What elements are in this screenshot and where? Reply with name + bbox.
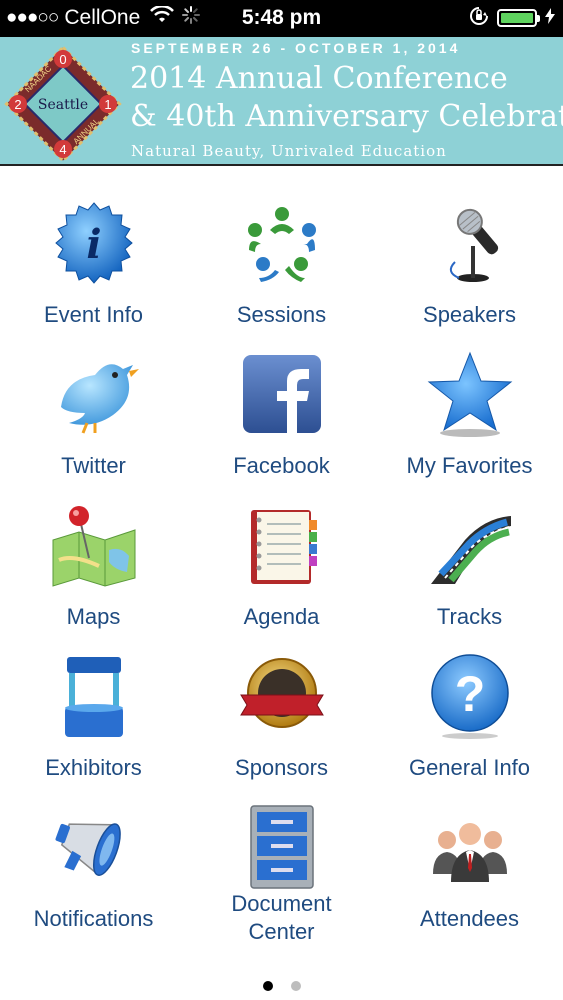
status-right: [469, 6, 555, 31]
conference-logo: 0 2 1 4 Seattle NAADAC ANNUAL: [4, 45, 122, 164]
battery-fill: [501, 13, 533, 23]
star-icon: [425, 349, 515, 439]
file-cabinet-icon: [237, 802, 327, 892]
tile-speakers[interactable]: Speakers: [376, 166, 563, 327]
booth-icon: [49, 651, 139, 741]
tile-sponsors[interactable]: Sponsors: [188, 619, 375, 780]
tile-event-info[interactable]: i Event Info: [0, 166, 187, 327]
tile-agenda[interactable]: Agenda: [188, 468, 375, 629]
tile-document-center[interactable]: Document Center: [188, 770, 375, 944]
twitter-bird-icon: [49, 349, 139, 439]
notebook-icon: [237, 500, 327, 590]
page-dot-active[interactable]: [262, 981, 273, 991]
svg-text:?: ?: [454, 666, 485, 722]
battery-icon: [497, 9, 540, 27]
svg-text:1: 1: [104, 97, 111, 112]
tile-label: Attendees: [419, 906, 520, 931]
question-icon: ?: [425, 651, 515, 741]
svg-text:0: 0: [59, 52, 66, 67]
tile-maps[interactable]: Maps: [0, 468, 187, 629]
svg-text:4: 4: [59, 142, 66, 157]
svg-text:2: 2: [14, 97, 21, 112]
banner-dates: SEPTEMBER 26 - OCTOBER 1, 2014: [131, 40, 461, 56]
page-indicator[interactable]: [0, 978, 563, 996]
tile-twitter[interactable]: Twitter: [0, 317, 187, 478]
banner-title-line1: 2014 Annual Conference: [130, 61, 508, 96]
facebook-icon: [237, 349, 327, 439]
status-bar: ●●●○○ CellOne 5:48 pm: [0, 0, 563, 37]
attendees-icon: [425, 802, 515, 892]
megaphone-icon: [49, 802, 139, 892]
tile-facebook[interactable]: Facebook: [188, 317, 375, 478]
svg-text:Seattle: Seattle: [38, 97, 88, 113]
charging-bolt-icon: [545, 7, 555, 29]
banner-tagline: Natural Beauty, Unrivaled Education: [131, 142, 447, 160]
tile-attendees[interactable]: Attendees: [376, 770, 563, 931]
tile-sessions[interactable]: Sessions: [188, 166, 375, 327]
tile-my-favorites[interactable]: My Favorites: [376, 317, 563, 478]
orientation-lock-icon: [469, 6, 489, 31]
banner-title-line2: & 40th Anniversary Celebration: [130, 99, 563, 134]
info-icon: i: [49, 198, 139, 288]
tile-general-info[interactable]: ? General Info: [376, 619, 563, 780]
tile-label: Notifications: [33, 906, 154, 931]
people-circle-icon: [237, 198, 327, 288]
tracks-road-icon: [425, 500, 515, 590]
tile-notifications[interactable]: Notifications: [0, 770, 187, 931]
tile-label-line2: Center: [248, 919, 315, 944]
conference-banner: 0 2 1 4 Seattle NAADAC ANNUAL SEPTEMBER …: [0, 37, 563, 166]
tile-exhibitors[interactable]: Exhibitors: [0, 619, 187, 780]
tile-label-line1: Document: [231, 891, 332, 916]
tile-tracks[interactable]: Tracks: [376, 468, 563, 629]
microphone-icon: [425, 198, 515, 288]
map-pin-icon: [49, 500, 139, 590]
svg-text:i: i: [86, 221, 101, 268]
page-dot[interactable]: [290, 981, 301, 991]
ribbon-badge-icon: [237, 651, 327, 741]
